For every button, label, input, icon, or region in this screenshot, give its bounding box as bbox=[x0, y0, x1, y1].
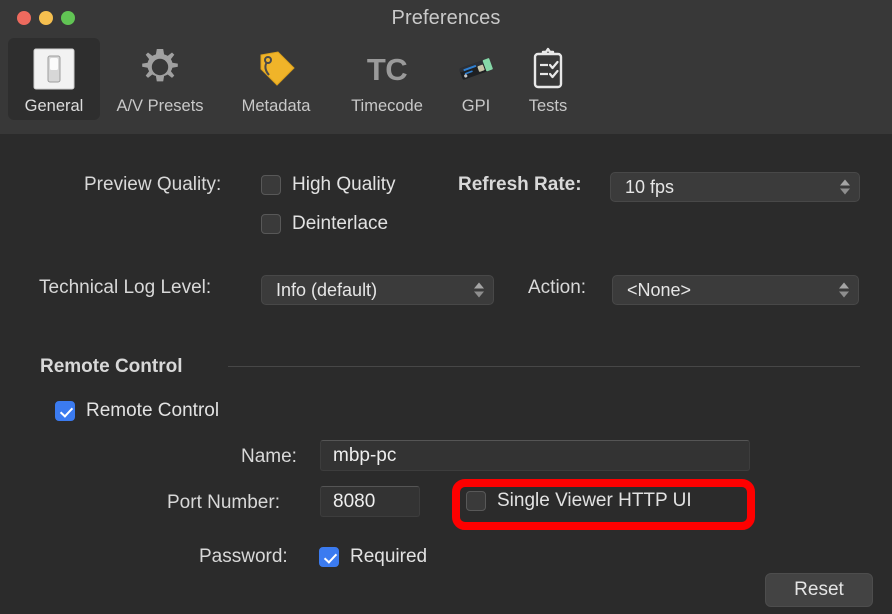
port-number-label-row: Port Number: bbox=[167, 492, 280, 514]
window-title: Preferences bbox=[391, 7, 501, 29]
deinterlace-checkbox[interactable] bbox=[261, 214, 281, 234]
name-label: Name: bbox=[241, 446, 297, 467]
port-number-label: Port Number: bbox=[167, 492, 280, 513]
remote-control-checkbox[interactable] bbox=[55, 401, 75, 421]
preview-quality-label: Preview Quality: bbox=[84, 174, 222, 195]
toolbar-tab-label: Timecode bbox=[351, 97, 423, 115]
action-label-row: Action: bbox=[528, 277, 586, 299]
name-input[interactable]: mbp-pc bbox=[320, 440, 750, 471]
password-label: Password: bbox=[199, 546, 288, 567]
single-viewer-checkbox-row[interactable]: Single Viewer HTTP UI bbox=[466, 490, 692, 512]
password-required-label: Required bbox=[350, 546, 428, 567]
single-viewer-http-ui-checkbox[interactable] bbox=[466, 491, 486, 511]
high-quality-checkbox[interactable] bbox=[261, 175, 281, 195]
tc-text-icon: TC bbox=[366, 44, 408, 94]
deinterlace-checkbox-row[interactable]: Deinterlace bbox=[261, 213, 388, 235]
remote-control-checkbox-row[interactable]: Remote Control bbox=[55, 400, 219, 422]
clipboard-check-icon bbox=[524, 44, 572, 94]
toolbar-tab-general[interactable]: General bbox=[8, 38, 100, 120]
toolbar-tab-label: GPI bbox=[461, 97, 491, 115]
title-bar: Preferences bbox=[0, 0, 892, 36]
tc-glyph: TC bbox=[366, 51, 408, 87]
toolbar-tab-timecode[interactable]: TC Timecode bbox=[332, 38, 442, 120]
remote-control-group-title-row: Remote Control bbox=[40, 356, 183, 378]
general-pane: Preview Quality: High Quality Refresh Ra… bbox=[0, 134, 892, 614]
toolbar-tab-av-presets[interactable]: A/V Presets bbox=[100, 38, 220, 120]
log-level-value: Info (default) bbox=[276, 279, 378, 300]
preferences-window: Preferences General A/V Presets Metadata… bbox=[0, 0, 892, 614]
password-label-row: Password: bbox=[199, 546, 288, 568]
group-separator bbox=[228, 366, 860, 367]
password-required-checkbox-row[interactable]: Required bbox=[319, 546, 427, 568]
password-required-checkbox[interactable] bbox=[319, 547, 339, 567]
port-number-input[interactable]: 8080 bbox=[320, 486, 420, 517]
reset-button-label: Reset bbox=[794, 579, 844, 600]
tag-icon bbox=[252, 44, 300, 94]
stepper-arrows-icon[interactable] bbox=[474, 282, 484, 298]
toolbar-tab-label: General bbox=[24, 97, 84, 115]
preferences-toolbar: General A/V Presets Metadata TC Timecode… bbox=[0, 36, 892, 135]
name-input-value: mbp-pc bbox=[333, 444, 397, 466]
refresh-rate-label: Refresh Rate: bbox=[458, 174, 582, 195]
toolbar-tab-gpi[interactable]: GPI bbox=[442, 38, 510, 120]
single-viewer-http-ui-label: Single Viewer HTTP UI bbox=[497, 490, 692, 511]
refresh-rate-label-row: Refresh Rate: bbox=[458, 174, 582, 196]
high-quality-label: High Quality bbox=[292, 174, 396, 195]
log-level-label-row: Technical Log Level: bbox=[39, 277, 211, 299]
toolbar-tab-label: Tests bbox=[528, 97, 568, 115]
log-level-select[interactable]: Info (default) bbox=[261, 275, 494, 305]
refresh-rate-select[interactable]: 10 fps bbox=[610, 172, 860, 202]
refresh-rate-value: 10 fps bbox=[625, 176, 675, 197]
high-quality-checkbox-row[interactable]: High Quality bbox=[261, 174, 396, 196]
log-level-label: Technical Log Level: bbox=[39, 277, 212, 298]
action-value: <None> bbox=[627, 279, 692, 300]
action-label: Action: bbox=[528, 277, 587, 298]
light-switch-icon bbox=[31, 44, 77, 94]
name-label-row: Name: bbox=[241, 446, 297, 468]
gear-icon bbox=[136, 44, 184, 94]
toolbar-tab-label: A/V Presets bbox=[116, 97, 204, 115]
preview-quality-label-row: Preview Quality: bbox=[84, 174, 221, 196]
toolbar-tab-tests[interactable]: Tests bbox=[510, 38, 586, 120]
stepper-arrows-icon[interactable] bbox=[839, 282, 849, 298]
port-number-value: 8080 bbox=[333, 490, 376, 512]
remote-control-group-title: Remote Control bbox=[40, 356, 183, 377]
toolbar-tab-label: Metadata bbox=[241, 97, 311, 115]
action-select[interactable]: <None> bbox=[612, 275, 859, 305]
remote-control-enable-label: Remote Control bbox=[86, 400, 220, 421]
deinterlace-label: Deinterlace bbox=[292, 213, 389, 234]
gpi-device-icon bbox=[452, 44, 500, 94]
reset-button[interactable]: Reset bbox=[765, 573, 873, 607]
stepper-arrows-icon[interactable] bbox=[840, 179, 850, 195]
toolbar-tab-metadata[interactable]: Metadata bbox=[220, 38, 332, 120]
